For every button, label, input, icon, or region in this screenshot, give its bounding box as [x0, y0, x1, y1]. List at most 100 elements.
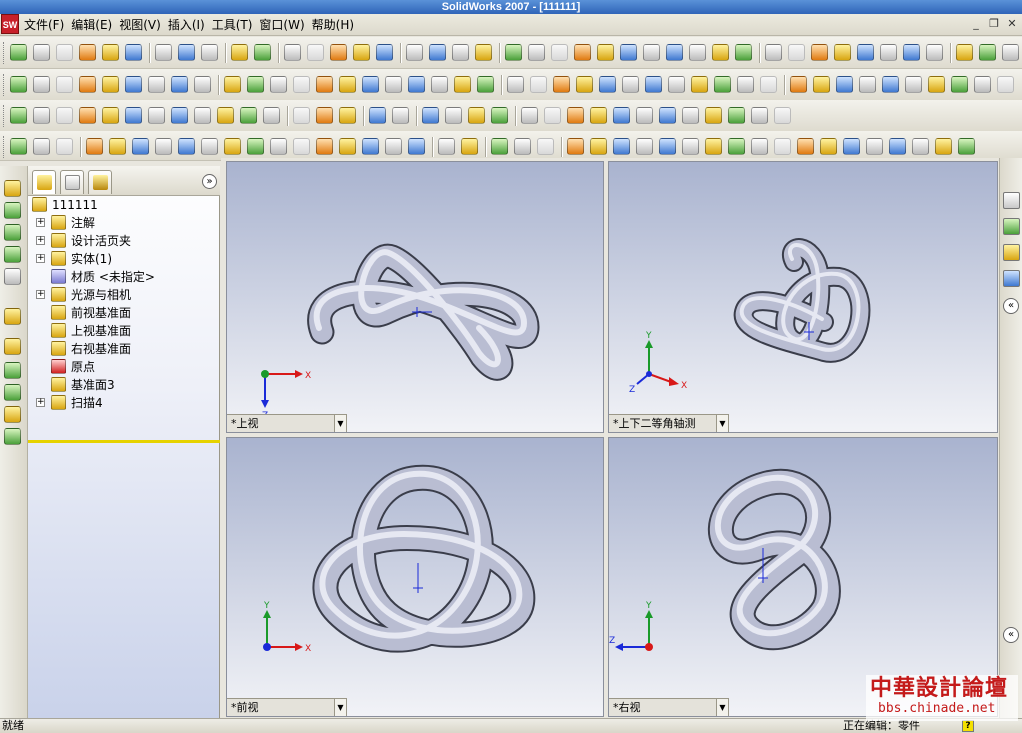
toolbar-tool-icon[interactable] — [859, 76, 876, 93]
tree-item[interactable]: 材质 <未指定> — [28, 268, 220, 286]
toolbar-tool-icon[interactable] — [125, 76, 142, 93]
toolbar-tool-icon[interactable] — [622, 76, 639, 93]
toolbar-tool-icon[interactable] — [254, 44, 271, 61]
toolbar-tool-icon[interactable] — [576, 76, 593, 93]
toolbar-tool-icon[interactable] — [194, 107, 211, 124]
toolbar-tool-icon[interactable] — [567, 107, 584, 124]
toolbar-tool-icon[interactable] — [751, 107, 768, 124]
toolbar-tool-icon[interactable] — [408, 138, 425, 155]
solidworks-logo-icon[interactable]: SW — [1, 14, 19, 34]
toolbar-tool-icon[interactable] — [339, 107, 356, 124]
tree-item[interactable]: 上视基准面 — [28, 322, 220, 340]
toolbar-tool-icon[interactable] — [33, 107, 50, 124]
toolbar-tool-icon[interactable] — [530, 76, 547, 93]
menu-insert[interactable]: 插入(I) — [168, 14, 212, 36]
toolbar-tool-icon[interactable] — [217, 107, 234, 124]
expand-task-pane-button-lower[interactable]: « — [1003, 627, 1019, 643]
toolbar-tool-icon[interactable] — [528, 44, 545, 61]
toolbar-tool-icon[interactable] — [790, 76, 807, 93]
menu-help[interactable]: 帮助(H) — [312, 14, 361, 36]
menu-file[interactable]: 文件(F) — [24, 14, 71, 36]
toolbar-tool-icon[interactable] — [643, 44, 660, 61]
toolbar-tool-icon[interactable] — [974, 76, 991, 93]
toolbar-tool-icon[interactable] — [406, 44, 423, 61]
toolbar-tool-icon[interactable] — [521, 107, 538, 124]
expand-icon[interactable]: + — [36, 290, 45, 299]
minimize-icon[interactable]: _ — [970, 18, 982, 30]
toolbar-tool-icon[interactable] — [284, 44, 301, 61]
extrude-icon[interactable] — [4, 308, 21, 325]
toolbar-tool-icon[interactable] — [599, 76, 616, 93]
toolbar-tool-icon[interactable] — [751, 138, 768, 155]
toolbar-tool-icon[interactable] — [293, 76, 310, 93]
chevron-down-icon[interactable]: ▼ — [716, 415, 728, 432]
close-icon[interactable]: ✕ — [1006, 18, 1018, 30]
tree-item[interactable]: + 扫描4 — [28, 394, 220, 412]
toolbar-tool-icon[interactable] — [247, 138, 264, 155]
toolbar-tool-icon[interactable] — [102, 76, 119, 93]
toolbar-tool-icon[interactable] — [79, 107, 96, 124]
tree-item[interactable]: 右视基准面 — [28, 340, 220, 358]
toolbar-tool-icon[interactable] — [857, 44, 874, 61]
tree-root[interactable]: 111111 — [28, 196, 220, 214]
toolbar-tool-icon[interactable] — [79, 76, 96, 93]
toolbar-tool-icon[interactable] — [33, 138, 50, 155]
chevron-down-icon[interactable]: ▼ — [716, 699, 728, 716]
helix-icon[interactable] — [4, 428, 21, 445]
toolbar-tool-icon[interactable] — [728, 107, 745, 124]
tab-configuration-manager[interactable] — [88, 170, 112, 194]
toolbar-tool-icon[interactable] — [148, 76, 165, 93]
toolbar-tool-icon[interactable] — [178, 44, 195, 61]
toolbar-tool-icon[interactable] — [429, 44, 446, 61]
toolbar-tool-icon[interactable] — [263, 107, 280, 124]
curve-icon[interactable] — [4, 384, 21, 401]
expand-icon[interactable]: + — [36, 398, 45, 407]
shell-icon[interactable] — [4, 338, 21, 355]
mate-icon[interactable] — [4, 268, 21, 285]
toolbar-tool-icon[interactable] — [567, 138, 584, 155]
toolbar-tool-icon[interactable] — [491, 107, 508, 124]
view-orientation-selector[interactable]: *上视 ▼ — [227, 414, 347, 432]
toolbar-tool-icon[interactable] — [613, 107, 630, 124]
toolbar-tool-icon[interactable] — [56, 44, 73, 61]
toolbar-tool-icon[interactable] — [926, 44, 943, 61]
toolbar-tool-icon[interactable] — [56, 107, 73, 124]
line-icon[interactable] — [4, 202, 21, 219]
toolbar-tool-icon[interactable] — [668, 76, 685, 93]
toolbar-tool-icon[interactable] — [353, 44, 370, 61]
toolbar-tool-icon[interactable] — [813, 76, 830, 93]
toolbar-tool-icon[interactable] — [774, 107, 791, 124]
toolbar-tool-icon[interactable] — [866, 138, 883, 155]
toolbar-tool-icon[interactable] — [231, 44, 248, 61]
toolbar-tool-icon[interactable] — [1002, 44, 1019, 61]
toolbar-tool-icon[interactable] — [682, 107, 699, 124]
view-orientation-selector[interactable]: *上下二等角轴测 ▼ — [609, 414, 729, 432]
toolbar-tool-icon[interactable] — [760, 76, 777, 93]
toolbar-tool-icon[interactable] — [247, 76, 264, 93]
toolbar-tool-icon[interactable] — [125, 44, 142, 61]
toolbar-tool-icon[interactable] — [912, 138, 929, 155]
toolbar-tool-icon[interactable] — [293, 107, 310, 124]
toolbar-tool-icon[interactable] — [452, 44, 469, 61]
toolbar-tool-icon[interactable] — [194, 76, 211, 93]
toolbar-tool-icon[interactable] — [385, 138, 402, 155]
toolbar-tool-icon[interactable] — [171, 107, 188, 124]
toolbar-tool-icon[interactable] — [737, 76, 754, 93]
menu-window[interactable]: 窗口(W) — [259, 14, 311, 36]
toolbar-tool-icon[interactable] — [10, 44, 27, 61]
toolbar-tool-icon[interactable] — [903, 44, 920, 61]
toolbar-tool-icon[interactable] — [224, 76, 241, 93]
toolbar-tool-icon[interactable] — [689, 44, 706, 61]
toolbar-tool-icon[interactable] — [102, 107, 119, 124]
toolbar-tool-icon[interactable] — [155, 44, 172, 61]
toolbar-tool-icon[interactable] — [797, 138, 814, 155]
toolbar-tool-icon[interactable] — [438, 138, 455, 155]
toolbar-tool-icon[interactable] — [461, 138, 478, 155]
toolbar-tool-icon[interactable] — [935, 138, 952, 155]
toolbar-tool-icon[interactable] — [171, 76, 188, 93]
toolbar-tool-icon[interactable] — [714, 76, 731, 93]
toolbar-tool-icon[interactable] — [811, 44, 828, 61]
toolbar-tool-icon[interactable] — [307, 44, 324, 61]
toolbar-tool-icon[interactable] — [712, 44, 729, 61]
tree-item[interactable]: + 实体(1) — [28, 250, 220, 268]
